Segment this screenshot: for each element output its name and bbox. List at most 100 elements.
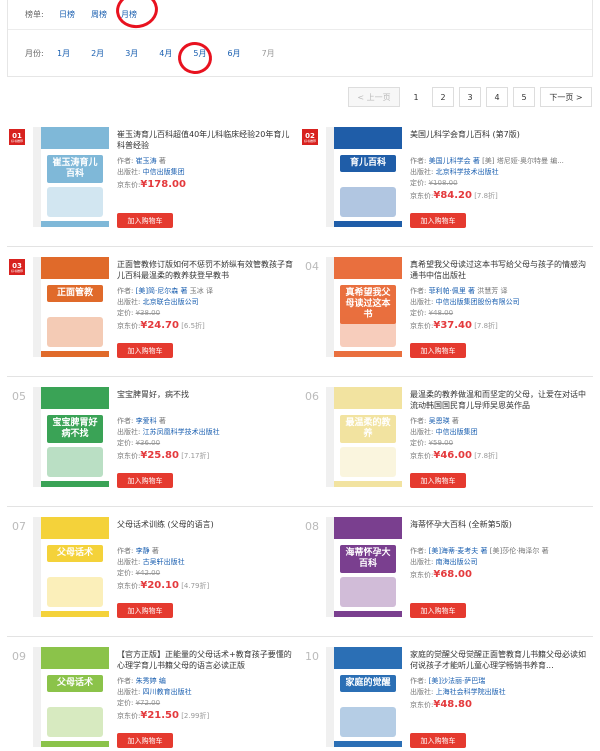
book-title-link[interactable]: 正面管教修订版如何不惩罚不娇纵有效管教孩子育儿百科最温柔的教养获登早教书 [117,259,293,283]
publisher-link[interactable]: 上海社会科学院出版社 [436,688,506,696]
book-title-link[interactable]: 最温柔的教养做温和而坚定的父母，让爱在对话中流动韩国国民育儿导师吴恩英作品 [410,389,586,413]
jd-price: ¥48.80 [433,699,472,710]
book-cover-image[interactable]: 崔玉涛育儿百科 [33,127,109,227]
list-price: ¥72.00 [135,699,161,707]
book-item: 04 真希望我父母读过这本书 真希望我父母读过这本书写给父母与孩子的情感沟通书中信出… [300,247,593,377]
rank-number: 09 [12,650,26,663]
author-link[interactable]: 美国儿科学会 著 [429,157,480,165]
publisher-link[interactable]: 江苏凤凰科学技术出版社 [143,428,220,436]
book-title-link[interactable]: 宝宝脾胃好，病不找 [117,389,293,413]
add-to-cart-button[interactable]: 加入购物车 [410,473,466,488]
cover-title: 父母话术 [47,545,103,562]
add-to-cart-button[interactable]: 加入购物车 [117,213,173,228]
author-line: 作者: 崔玉涛 著 [117,157,166,165]
add-to-cart-button[interactable]: 加入购物车 [410,603,466,618]
rank-tag: 好书推荐 [10,268,23,273]
month-option-4[interactable]: 4月 [159,48,172,59]
chart-option-daily[interactable]: 日榜 [59,9,75,20]
add-to-cart-button[interactable]: 加入购物车 [117,733,173,748]
cover-title: 育儿百科 [340,155,396,172]
book-row: 09 父母话术 【官方正版】正能量的父母话术+教育孩子要懂的心理学育儿书籍父母的语言… [7,637,593,751]
book-title-link[interactable]: 美国儿科学会育儿百科 (第7版) [410,129,586,153]
add-to-cart-button[interactable]: 加入购物车 [410,213,466,228]
add-to-cart-button[interactable]: 加入购物车 [117,343,173,358]
book-item: 05 宝宝脾胃好病不找 宝宝脾胃好，病不找 作者: 李爱科 著出版社: 江苏凤凰科学技… [7,377,300,507]
book-title-link[interactable]: 海蒂怀孕大百科 (全新第5版) [410,519,586,543]
book-item: 07 父母话术 父母话术训练 (父母的语言) 作者: 李静 著出版社: 古吴轩出版社定… [7,507,300,637]
book-cover-image[interactable]: 宝宝脾胃好病不找 [33,387,109,487]
publisher-link[interactable]: 北京科学技术出版社 [436,168,499,176]
author-link[interactable]: [美]沙法丽·萨巴瑞 [429,677,486,685]
month-option-1[interactable]: 1月 [57,48,70,59]
book-row: 03 好书推荐 正面管教 正面管教修订版如何不惩罚不娇纵有效管教孩子育儿百科最温柔的教… [7,247,593,377]
rank-number: 06 [305,390,319,403]
book-cover-image[interactable]: 真希望我父母读过这本书 [326,257,402,357]
book-cover-image[interactable]: 海蒂怀孕大百科 [326,517,402,617]
book-title-link[interactable]: 家庭的觉醒父母觉醒正面管教育儿书籍父母必读如何说孩子才能听儿童心理学畅销书养育.… [410,649,586,673]
next-page-button[interactable]: 下一页 > [540,87,592,107]
page-1[interactable]: 1 [405,87,427,107]
publisher-link[interactable]: 中信出版集团股份有限公司 [436,298,520,306]
author-line: 作者: 李静 著 [117,547,159,555]
publisher-link[interactable]: 中信出版集团 [143,168,185,176]
book-cover-image[interactable]: 父母话术 [33,517,109,617]
jd-price: ¥178.00 [140,179,186,190]
publisher-link[interactable]: 中信出版集团 [436,428,478,436]
ranking-filter-panel: 榜单: 日榜 周榜 月榜 月份: 1月 2月 3月 4月 5月 6月 7月 [7,0,593,77]
add-to-cart-button[interactable]: 加入购物车 [117,603,173,618]
jd-price-line: 京东价:¥20.10 [4.79折] [117,580,210,591]
author-link[interactable]: [美]简·尼尔森 著 [136,287,188,295]
author-link[interactable]: [美]海蒂·麦考夫 著 [429,547,488,555]
author-link[interactable]: 李静 [136,547,150,555]
book-item: 06 最温柔的教养 最温柔的教养做温和而坚定的父母，让爱在对话中流动韩国国民育儿导师… [300,377,593,507]
add-to-cart-button[interactable]: 加入购物车 [410,733,466,748]
jd-price-line: 京东价:¥48.80 [410,699,472,710]
book-title-link[interactable]: 崔玉涛育儿百科超值40年儿科临床经验20年育儿科普经验 [117,129,293,153]
list-price: ¥108.00 [428,179,458,187]
publisher-link[interactable]: 古吴轩出版社 [143,558,185,566]
author-link[interactable]: 崔玉涛 [136,157,157,165]
month-option-6[interactable]: 6月 [227,48,240,59]
discount: [7.8折] [474,192,498,200]
prev-page-button[interactable]: < 上一页 [348,87,400,107]
cover-title: 父母话术 [47,675,103,692]
month-option-3[interactable]: 3月 [125,48,138,59]
book-cover-image[interactable]: 家庭的觉醒 [326,647,402,747]
publisher-link[interactable]: 四川教育出版社 [143,688,192,696]
author-suffix: 著 [158,417,166,425]
rank-number: 07 [12,520,26,533]
author-link[interactable]: 朱秀婷 编 [136,677,166,685]
book-cover-image[interactable]: 正面管教 [33,257,109,357]
author-line: 作者: 吴恩瑛 著 [410,417,459,425]
author-link[interactable]: 菲利帕·佩里 著 [429,287,475,295]
author-link[interactable]: 李爱科 [136,417,157,425]
author-line: 作者: 李爱科 著 [117,417,166,425]
page-5[interactable]: 5 [513,87,535,107]
book-cover-image[interactable]: 最温柔的教养 [326,387,402,487]
book-info: 真希望我父母读过这本书写给父母与孩子的情感沟通书中信出版社 作者: 菲利帕·佩里 … [410,259,586,333]
list-price-line: 定价: ¥108.00 [410,179,458,187]
author-suffix: 著 [151,547,159,555]
publisher-link[interactable]: 南海出版公司 [436,558,478,566]
author-suffix: 洪慧芳 译 [477,287,508,295]
book-cover-image[interactable]: 父母话术 [33,647,109,747]
add-to-cart-button[interactable]: 加入购物车 [410,343,466,358]
book-title-link[interactable]: 真希望我父母读过这本书写给父母与孩子的情感沟通书中信出版社 [410,259,586,283]
book-info: 最温柔的教养做温和而坚定的父母，让爱在对话中流动韩国国民育儿导师吴恩英作品作者:… [410,389,586,463]
month-option-7[interactable]: 7月 [262,48,275,59]
chart-option-weekly[interactable]: 周榜 [91,9,107,20]
author-suffix: [美] 塔尼娅·奥尔特曼 编... [482,157,564,165]
page-3[interactable]: 3 [459,87,481,107]
discount: [2.99折] [181,712,210,720]
month-option-2[interactable]: 2月 [91,48,104,59]
jd-price-line: 京东价:¥46.00 [7.8折] [410,450,498,461]
discount: [7.8折] [474,452,498,460]
page-2[interactable]: 2 [432,87,454,107]
book-title-link[interactable]: 【官方正版】正能量的父母话术+教育孩子要懂的心理学育儿书籍父母的语言必读正版 [117,649,293,673]
publisher-link[interactable]: 北京联合出版公司 [143,298,199,306]
author-link[interactable]: 吴恩瑛 [429,417,450,425]
add-to-cart-button[interactable]: 加入购物车 [117,473,173,488]
page-4[interactable]: 4 [486,87,508,107]
book-title-link[interactable]: 父母话术训练 (父母的语言) [117,519,293,543]
book-cover-image[interactable]: 育儿百科 [326,127,402,227]
